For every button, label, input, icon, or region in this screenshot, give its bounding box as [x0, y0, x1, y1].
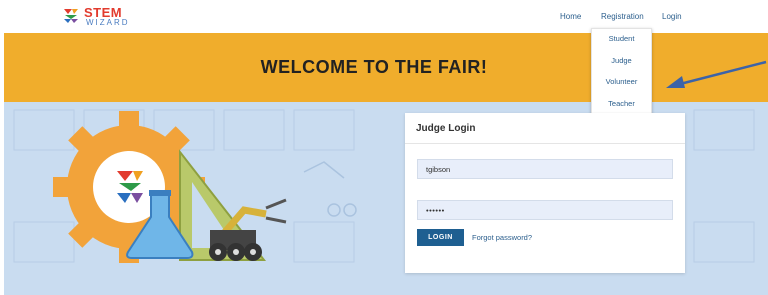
registration-dropdown: Student Judge Volunteer Teacher	[591, 28, 652, 116]
login-button[interactable]: LOGIN	[417, 229, 464, 246]
menu-item-judge[interactable]: Judge	[592, 56, 651, 65]
stem-wizard-logo-icon	[64, 9, 78, 23]
nav-login[interactable]: Login	[662, 12, 682, 21]
nav-registration[interactable]: Registration	[601, 12, 644, 21]
menu-item-volunteer[interactable]: Volunteer	[592, 77, 651, 86]
menu-item-teacher[interactable]: Teacher	[592, 99, 651, 108]
card-divider	[405, 143, 685, 144]
annotation-arrow-icon	[666, 60, 767, 88]
password-input[interactable]: ••••••	[417, 200, 673, 220]
forgot-password-link[interactable]: Forgot password?	[472, 233, 532, 242]
card-title: Judge Login	[416, 123, 476, 134]
stem-wizard-logo[interactable]: STEM WIZARD	[62, 5, 152, 28]
nav-home[interactable]: Home	[560, 12, 581, 21]
faint-decorations	[303, 161, 357, 217]
menu-item-student[interactable]: Student	[592, 34, 651, 43]
welcome-banner: WELCOME TO THE FAIR!	[4, 33, 768, 102]
username-input[interactable]: tgibson	[417, 159, 673, 179]
judge-login-card: Judge Login tgibson •••••• LOGIN Forgot …	[405, 113, 685, 273]
logo-text-wizard: WIZARD	[86, 18, 130, 27]
header: STEM WIZARD Home Registration Login	[0, 0, 768, 33]
